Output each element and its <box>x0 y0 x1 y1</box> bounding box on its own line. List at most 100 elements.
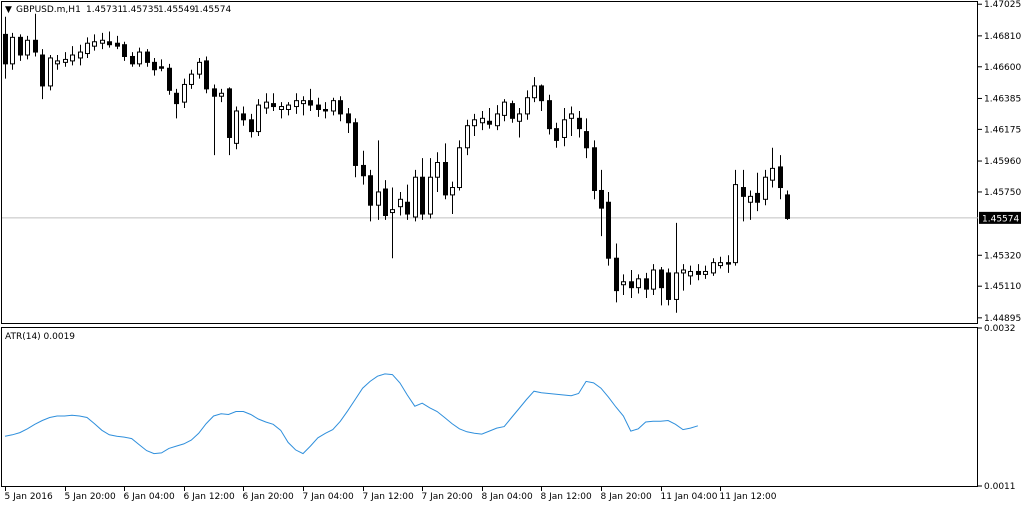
current-price-tag-label: 1.45574 <box>982 214 1019 224</box>
candle-body-bull <box>137 51 142 65</box>
candle-body-bear <box>115 42 120 47</box>
candle-body-bear <box>510 103 515 119</box>
candle-body-bear <box>405 201 410 215</box>
candle-body-bear <box>40 54 45 87</box>
candle <box>204 56 209 94</box>
candle-body-bear <box>271 103 276 108</box>
candle-body-bear <box>241 113 246 121</box>
candle-body-bull <box>703 270 708 275</box>
candle-body-bear <box>629 281 634 289</box>
candle <box>592 140 597 200</box>
candle-body-bull <box>688 270 693 277</box>
time-tick-label: 7 Jan 12:00 <box>363 492 415 502</box>
time-tick-label: 11 Jan 04:00 <box>661 492 718 502</box>
price-tick-label: 1.46600 <box>984 63 1021 73</box>
candle-body-bear <box>323 108 328 112</box>
candle-body-bear <box>361 164 366 177</box>
candle-body-bear <box>554 128 559 141</box>
candle-body-bear <box>696 270 701 275</box>
candle <box>167 63 172 95</box>
candle-body-bear <box>346 113 351 124</box>
atr-tick-label: 0.0032 <box>984 324 1016 334</box>
candle-body-bear <box>368 175 373 206</box>
time-tick-label: 6 Jan 20:00 <box>243 492 295 502</box>
candle-body-bear <box>606 201 611 259</box>
candle-body-bull <box>718 262 723 267</box>
candle-body-bull <box>763 176 768 200</box>
candle-body-bull <box>495 113 500 127</box>
candle-body-bull <box>569 113 574 119</box>
candle-body-bear <box>107 41 112 46</box>
ohlc-open: 1.45731 <box>86 5 123 15</box>
candle-body-bear <box>3 33 8 65</box>
candle-body-bear <box>18 36 23 56</box>
candle-body-bull <box>197 61 202 75</box>
candle-body-bear <box>159 66 164 69</box>
time-tick-label: 5 Jan 20:00 <box>65 492 117 502</box>
time-tick-label: 8 Jan 04:00 <box>482 492 534 502</box>
candle-body-bear <box>726 262 731 265</box>
candle-body-bear <box>785 194 790 219</box>
candle-body-bull <box>219 92 224 97</box>
candle-body-bull <box>100 39 105 44</box>
time-tick-label: 8 Jan 20:00 <box>601 492 653 502</box>
time-tick-label: 8 Jan 12:00 <box>541 492 593 502</box>
candle-body-bear <box>383 188 388 217</box>
price-tick-label: 1.45110 <box>984 282 1021 292</box>
candle-body-bear <box>443 162 448 196</box>
candle-body-bull <box>48 57 53 87</box>
atr-indicator-label: ATR(14) 0.0019 <box>5 332 75 342</box>
price-tick-label: 1.46810 <box>984 32 1021 42</box>
candle-body-bull <box>472 119 477 127</box>
candle-body-bull <box>92 41 97 47</box>
candle-body-bear <box>547 100 552 130</box>
symbol-dropdown-arrow[interactable]: ▼ <box>5 5 12 15</box>
candle-body-bear <box>644 278 649 290</box>
time-tick-label: 6 Jan 12:00 <box>184 492 236 502</box>
candle <box>785 190 790 220</box>
candle-body-bull <box>376 191 381 206</box>
candle-body-bull <box>25 39 30 56</box>
candle-body-bear <box>741 187 746 197</box>
candle-body-bull <box>234 110 239 144</box>
candle-body-bull <box>428 176 433 215</box>
candle <box>256 99 261 136</box>
candle <box>413 169 418 222</box>
candle-body-bull <box>457 147 462 189</box>
candle-body-bear <box>599 189 604 209</box>
candle-body-bear <box>338 100 343 115</box>
candle-body-bull <box>465 125 470 149</box>
candle <box>547 94 552 135</box>
chart-root: 1.47025 1.46810 1.46600 1.46385 1.46175 1.459… <box>0 0 1024 508</box>
candle-body-bull <box>294 100 299 108</box>
candle-body-bear <box>167 67 172 91</box>
candle-body-bull <box>279 106 284 110</box>
price-tick-label: 1.45320 <box>984 251 1021 261</box>
candle-body-bull <box>10 36 15 65</box>
candle <box>48 55 53 91</box>
candle-body-bull <box>450 187 455 196</box>
ohlc-high: 1.45735 <box>122 5 159 15</box>
candle-body-bull <box>502 101 507 116</box>
candle-body-bull <box>63 58 68 63</box>
candle-body-bear <box>487 120 492 125</box>
candle-body-bear <box>145 51 150 63</box>
candle <box>666 268 671 306</box>
price-tick-label: 1.46385 <box>984 94 1021 104</box>
candle-body-bear <box>130 55 135 65</box>
ohlc-low: 1.45549 <box>158 5 195 15</box>
candle-body-bull <box>435 162 440 178</box>
candle-body-bear <box>249 119 254 133</box>
candle-body-bear <box>316 104 321 110</box>
ohlc-close: 1.45574 <box>194 5 231 15</box>
candle-body-bull <box>711 262 716 274</box>
candle-body-bull <box>85 42 90 55</box>
candle-body-bull <box>301 100 306 105</box>
candle-body-bear <box>174 92 179 105</box>
candle-body-bull <box>286 104 291 110</box>
candle-body-bull <box>748 195 753 203</box>
candle <box>606 191 611 266</box>
candle-body-bull <box>413 176 418 218</box>
candle-body-bull <box>525 97 530 115</box>
candle-body-bull <box>681 269 686 274</box>
